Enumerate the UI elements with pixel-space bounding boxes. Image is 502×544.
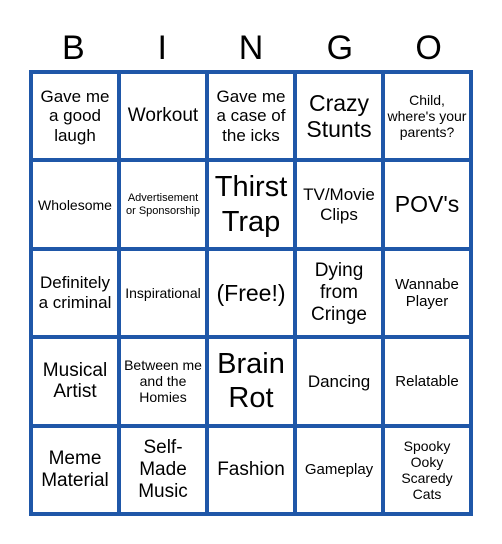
header-letter-i: I xyxy=(157,29,167,67)
bingo-cell[interactable]: Gave me a case of the icks xyxy=(209,74,293,159)
bingo-cell[interactable]: Dancing xyxy=(297,339,381,424)
bingo-cell[interactable]: Child, where's your parents? xyxy=(385,74,469,159)
header-letter-b: B xyxy=(62,29,85,67)
bingo-cell[interactable]: Definitely a criminal xyxy=(33,250,117,336)
bingo-cell[interactable]: Thirst Trap xyxy=(209,162,293,247)
bingo-cell[interactable]: Wholesome xyxy=(33,162,117,247)
free-space-cell[interactable]: (Free!) xyxy=(209,250,293,336)
bingo-cell[interactable]: Meme Material xyxy=(33,427,117,512)
bingo-cell[interactable]: Relatable xyxy=(385,339,469,424)
bingo-cell[interactable]: Musical Artist xyxy=(33,339,117,424)
bingo-cell[interactable]: Inspirational xyxy=(121,250,205,336)
bingo-cell[interactable]: Spooky Ooky Scaredy Cats xyxy=(385,427,469,512)
bingo-cell[interactable]: Self-Made Music xyxy=(121,427,205,512)
bingo-cell[interactable]: Fashion xyxy=(209,427,293,512)
bingo-cell[interactable]: POV's xyxy=(385,162,469,247)
bingo-cell[interactable]: Dying from Cringe xyxy=(297,250,381,336)
bingo-cell[interactable]: Between me and the Homies xyxy=(121,339,205,424)
bingo-cell[interactable]: Wannabe Player xyxy=(385,250,469,336)
header-letter-n: N xyxy=(238,29,264,67)
bingo-cell[interactable]: Brain Rot xyxy=(209,339,293,424)
bingo-cell[interactable]: Workout xyxy=(121,74,205,159)
bingo-cell[interactable]: Gave me a good laugh xyxy=(33,74,117,159)
bingo-cell[interactable]: Gameplay xyxy=(297,427,381,512)
bingo-card-grid: Gave me a good laugh Workout Gave me a c… xyxy=(29,70,473,516)
bingo-header: B I N G O xyxy=(29,28,473,68)
bingo-cell[interactable]: Advertisement or Sponsorship xyxy=(121,162,205,247)
header-letter-o: O xyxy=(415,29,442,67)
bingo-cell[interactable]: Crazy Stunts xyxy=(297,74,381,159)
header-letter-g: G xyxy=(326,29,354,67)
bingo-cell[interactable]: TV/Movie Clips xyxy=(297,162,381,247)
